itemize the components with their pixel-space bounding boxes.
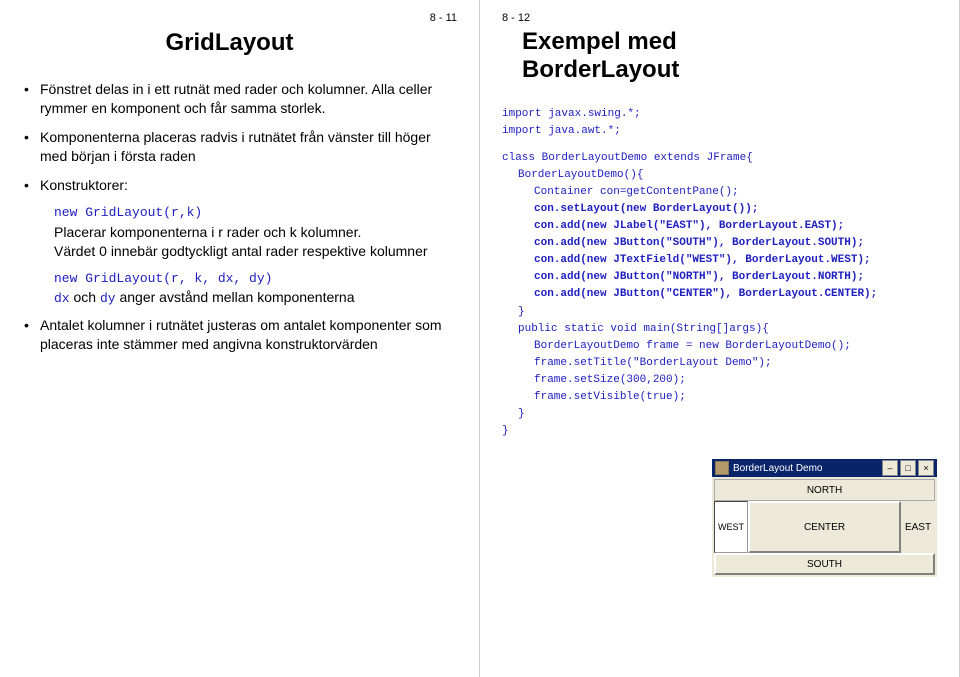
- minimize-icon[interactable]: –: [882, 460, 898, 476]
- bullet-item: Antalet kolumner i rutnätet justeras om …: [24, 316, 457, 354]
- code-line: }: [502, 304, 937, 321]
- inline-text: anger avstånd mellan komponenterna: [116, 289, 355, 305]
- code-line: con.add(new JTextField("WEST"), BorderLa…: [502, 252, 937, 269]
- slide-left: 8 - 11 GridLayout Fönstret delas in i et…: [0, 0, 480, 677]
- constructor-block-1: new GridLayout(r,k) Placerar komponenter…: [54, 204, 457, 261]
- window-titlebar: BorderLayout Demo – □ ×: [712, 459, 937, 477]
- title-line-1: Exempel med: [522, 28, 677, 55]
- bullet-item: Fönstret delas in i ett rutnät med rader…: [24, 80, 457, 118]
- code-line: con.add(new JButton("CENTER"), BorderLay…: [502, 286, 937, 303]
- code-line: public static void main(String[]args){: [502, 321, 937, 338]
- demo-window: BorderLayout Demo – □ × NORTH WEST CENTE…: [712, 459, 937, 577]
- inline-text: och: [70, 289, 100, 305]
- bullet-text: Antalet kolumner i rutnätet justeras om …: [40, 317, 442, 352]
- window-title: BorderLayout Demo: [733, 463, 823, 474]
- code-line: }: [502, 406, 937, 423]
- borderlayout-content: NORTH WEST CENTER EAST SOUTH: [712, 477, 937, 577]
- code-line: }: [502, 423, 937, 440]
- inline-code: dy: [100, 291, 116, 306]
- code-line: frame.setSize(300,200);: [502, 372, 937, 389]
- north-button[interactable]: NORTH: [714, 479, 935, 501]
- center-button[interactable]: CENTER: [748, 501, 901, 553]
- bullet-item: Komponenterna placeras radvis i rutnätet…: [24, 128, 457, 166]
- code-line: Container con=getContentPane();: [502, 184, 937, 201]
- code-line: BorderLayoutDemo(){: [502, 167, 937, 184]
- slide-title: GridLayout: [22, 28, 437, 58]
- slide-title: Exempel med BorderLayout: [522, 28, 937, 84]
- code-line: class BorderLayoutDemo extends JFrame{: [502, 150, 937, 167]
- code-line: new GridLayout(r, k, dx, dy): [54, 270, 457, 288]
- bullet-text: Fönstret delas in i ett rutnät med rader…: [40, 81, 432, 116]
- code-line: frame.setVisible(true);: [502, 389, 937, 406]
- window-icon: [715, 461, 729, 475]
- close-icon[interactable]: ×: [918, 460, 934, 476]
- code-line: import java.awt.*;: [502, 123, 937, 140]
- code-block: import javax.swing.*; import java.awt.*;…: [502, 106, 937, 440]
- code-line: con.add(new JButton("SOUTH"), BorderLayo…: [502, 235, 937, 252]
- slide-right: 8 - 12 Exempel med BorderLayout import j…: [480, 0, 960, 677]
- west-textfield[interactable]: WEST: [714, 501, 748, 553]
- code-line: import javax.swing.*;: [502, 106, 937, 123]
- bullet-text: Konstruktorer:: [40, 177, 128, 193]
- page-number: 8 - 11: [430, 12, 457, 24]
- bullet-item: Konstruktorer:: [24, 176, 457, 195]
- title-line-2: BorderLayout: [522, 56, 679, 83]
- bullet-list: Antalet kolumner i rutnätet justeras om …: [24, 316, 457, 354]
- east-label: EAST: [901, 501, 935, 553]
- code-line: con.setLayout(new BorderLayout());: [502, 201, 937, 218]
- page-number: 8 - 12: [502, 12, 530, 24]
- inline-code: dx: [54, 291, 70, 306]
- code-line: con.add(new JLabel("EAST"), BorderLayout…: [502, 218, 937, 235]
- code-line: frame.setTitle("BorderLayout Demo");: [502, 355, 937, 372]
- constructor-block-2: new GridLayout(r, k, dx, dy) dx och dy a…: [54, 270, 457, 308]
- code-line: new GridLayout(r,k): [54, 204, 457, 222]
- bullet-list: Fönstret delas in i ett rutnät med rader…: [24, 80, 457, 194]
- code-line: BorderLayoutDemo frame = new BorderLayou…: [502, 338, 937, 355]
- code-line: con.add(new JButton("NORTH"), BorderLayo…: [502, 269, 937, 286]
- maximize-icon[interactable]: □: [900, 460, 916, 476]
- bullet-text: Komponenterna placeras radvis i rutnätet…: [40, 129, 431, 164]
- description-text: dx och dy anger avstånd mellan komponent…: [54, 288, 457, 308]
- south-button[interactable]: SOUTH: [714, 553, 935, 575]
- description-text: Värdet 0 innebär godtyckligt antal rader…: [54, 242, 457, 262]
- description-text: Placerar komponenterna i r rader och k k…: [54, 223, 457, 243]
